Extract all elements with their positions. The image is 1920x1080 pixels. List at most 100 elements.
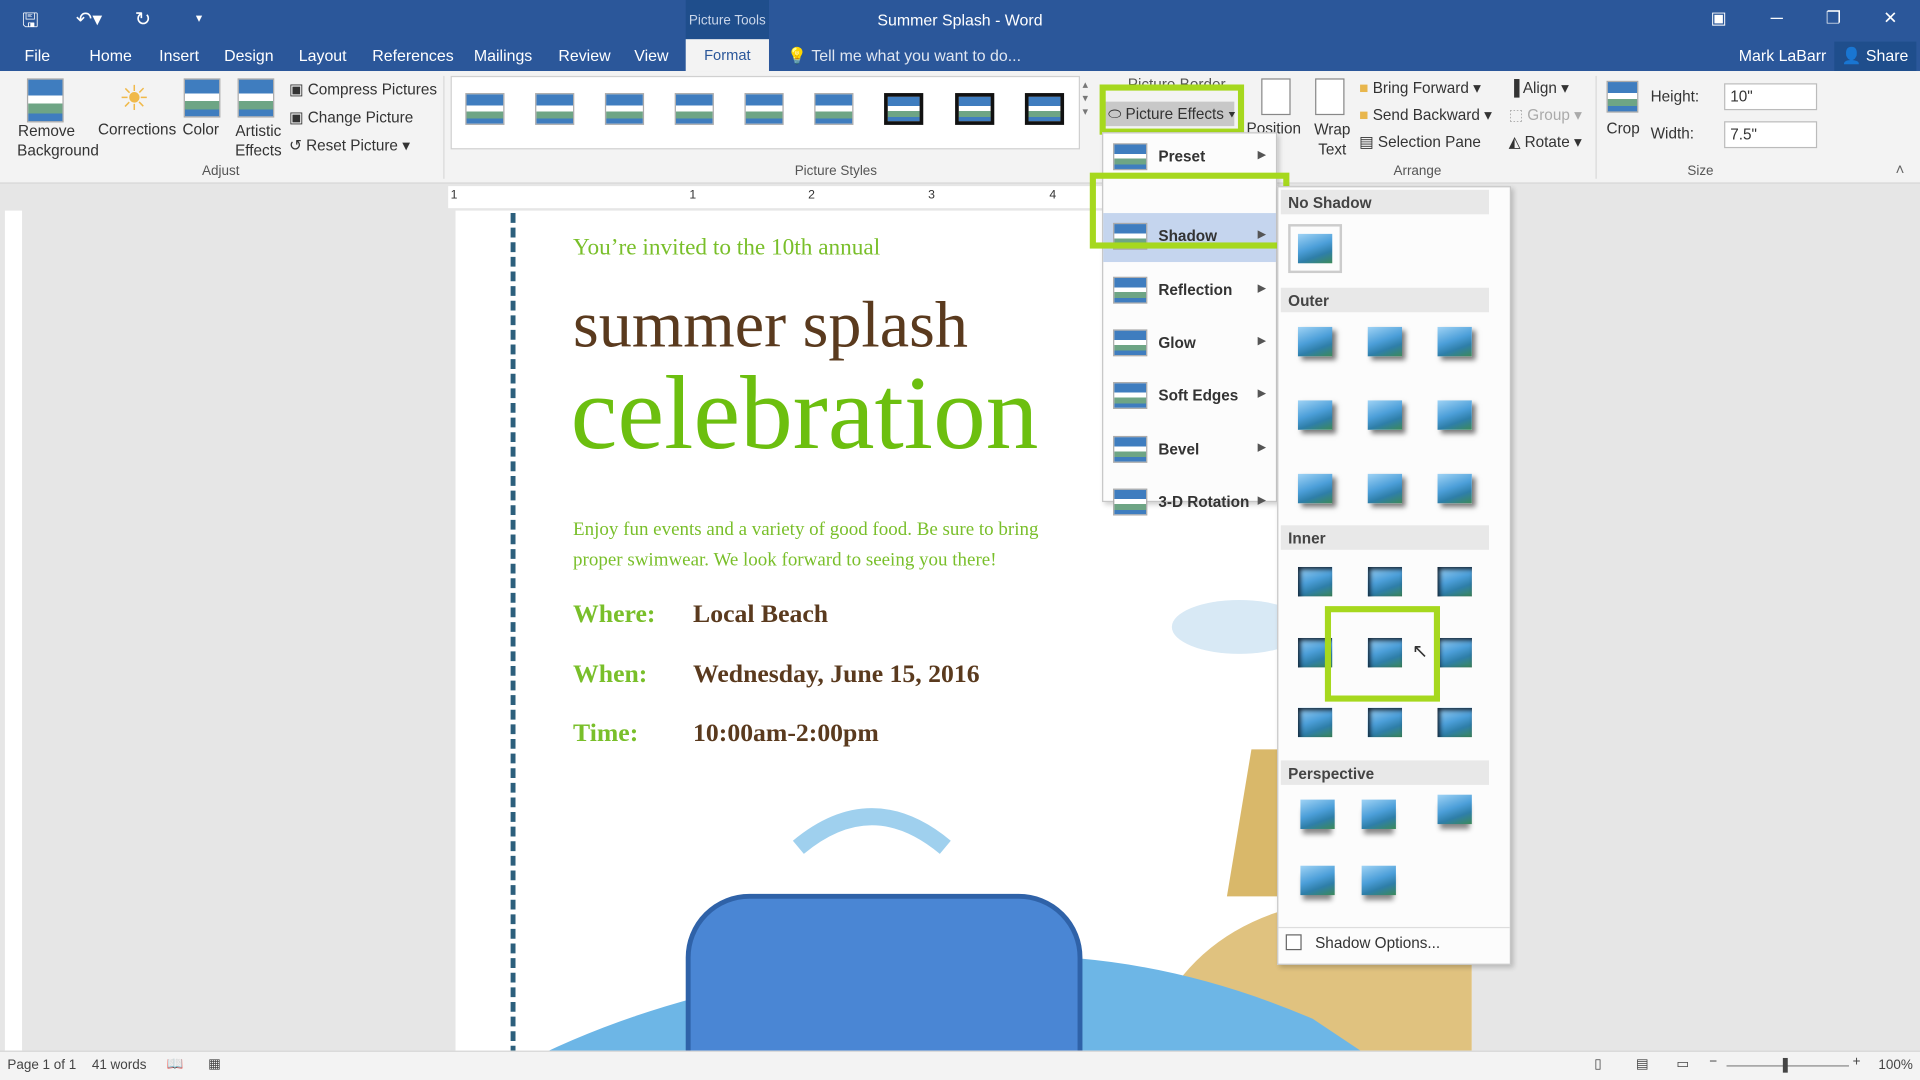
shadow-options-checkbox[interactable] bbox=[1285, 934, 1302, 951]
shadow-perspective-option[interactable] bbox=[1300, 865, 1335, 896]
shadow-outer-option[interactable] bbox=[1437, 326, 1472, 357]
crop-button[interactable]: Crop bbox=[1607, 120, 1640, 137]
print-layout-icon[interactable]: ▤ bbox=[1636, 1056, 1649, 1072]
effects-item-bevel[interactable]: Bevel ▶ bbox=[1103, 426, 1276, 475]
restore-button[interactable]: ❐ bbox=[1826, 7, 1841, 28]
lightbulb-icon: 💡 bbox=[787, 46, 808, 65]
width-input[interactable]: 7.5" bbox=[1724, 121, 1818, 149]
read-mode-icon[interactable]: ▯ bbox=[1594, 1056, 1601, 1072]
minimize-button[interactable]: ─ bbox=[1771, 7, 1783, 27]
gallery-scroll[interactable]: ▴ ▾ ▾ bbox=[1082, 78, 1088, 118]
remove-background-button[interactable]: Remove Background bbox=[17, 121, 99, 160]
shadow-submenu: No Shadow Outer Inner Perspective Shadow… bbox=[1277, 186, 1512, 965]
tab-home[interactable]: Home bbox=[89, 47, 131, 65]
rotate-button[interactable]: ◭ Rotate ▾ bbox=[1509, 132, 1582, 150]
share-button[interactable]: 👤 Share bbox=[1834, 41, 1916, 72]
effects-item-glow[interactable]: Glow ▶ bbox=[1103, 319, 1276, 368]
picture-style-5[interactable] bbox=[744, 93, 784, 125]
shadow-perspective-option[interactable] bbox=[1437, 794, 1472, 825]
send-backward-button[interactable]: ■ Send Backward ▾ bbox=[1359, 105, 1492, 124]
picture-style-6[interactable] bbox=[814, 93, 854, 125]
tell-me-search[interactable]: 💡 Tell me what you want to do... bbox=[787, 47, 1021, 67]
close-button[interactable]: ✕ bbox=[1883, 7, 1897, 28]
user-name[interactable]: Mark LaBarr bbox=[1739, 47, 1827, 65]
artistic-effects-button[interactable]: Artistic Effects bbox=[228, 121, 289, 160]
ribbon-display-icon[interactable]: ▣ bbox=[1711, 7, 1727, 28]
tab-design[interactable]: Design bbox=[224, 47, 274, 65]
picture-style-4[interactable] bbox=[674, 93, 714, 125]
shadow-outer-option[interactable] bbox=[1437, 400, 1472, 430]
shadow-outer-option[interactable] bbox=[1437, 473, 1472, 504]
mouse-cursor-icon: ↖ bbox=[1411, 641, 1429, 663]
word-count[interactable]: 41 words bbox=[92, 1058, 147, 1073]
page-count[interactable]: Page 1 of 1 bbox=[7, 1058, 76, 1073]
picture-style-2[interactable] bbox=[535, 93, 575, 125]
shadow-outer-option[interactable] bbox=[1297, 326, 1333, 357]
compress-pictures-button[interactable]: ▣ Compress Pictures bbox=[289, 80, 437, 98]
submenu-arrow-icon: ▶ bbox=[1257, 148, 1267, 161]
effects-item-reflection[interactable]: Reflection ▶ bbox=[1103, 266, 1276, 315]
corrections-button[interactable]: Corrections bbox=[98, 121, 176, 138]
shadow-inner-option[interactable] bbox=[1437, 566, 1472, 597]
reset-picture-button[interactable]: ↺ Reset Picture ▾ bbox=[289, 136, 410, 154]
zoom-level[interactable]: 100% bbox=[1878, 1058, 1912, 1073]
effects-item-soft-edges[interactable]: Soft Edges ▶ bbox=[1103, 372, 1276, 421]
web-layout-icon[interactable]: ▭ bbox=[1676, 1056, 1689, 1072]
height-input[interactable]: 10" bbox=[1724, 83, 1818, 111]
shadow-options-item[interactable]: Shadow Options... bbox=[1315, 934, 1440, 951]
macro-icon[interactable]: ▦ bbox=[208, 1056, 221, 1072]
picture-style-7[interactable] bbox=[884, 93, 924, 125]
tab-file[interactable]: File bbox=[24, 47, 50, 65]
tab-view[interactable]: View bbox=[634, 47, 668, 65]
shadow-outer-option[interactable] bbox=[1297, 473, 1333, 504]
picture-style-8[interactable] bbox=[955, 93, 995, 125]
highlight-picture-effects bbox=[1099, 84, 1245, 135]
picture-style-1[interactable] bbox=[465, 93, 505, 125]
shadow-perspective-option[interactable] bbox=[1300, 799, 1335, 829]
no-shadow-header: No Shadow bbox=[1280, 189, 1489, 215]
tab-insert[interactable]: Insert bbox=[159, 47, 199, 65]
group-button[interactable]: ⬚ Group ▾ bbox=[1509, 105, 1582, 124]
shadow-inner-option[interactable] bbox=[1297, 566, 1333, 597]
selection-pane-button[interactable]: ▤ Selection Pane bbox=[1359, 132, 1481, 150]
ruler-number: 2 bbox=[808, 188, 815, 203]
tab-layout[interactable]: Layout bbox=[299, 47, 347, 65]
effects-item-3-d-rotation[interactable]: 3-D Rotation ▶ bbox=[1103, 479, 1276, 528]
effect-reflection-icon bbox=[1113, 276, 1148, 304]
shadow-perspective-option[interactable] bbox=[1361, 799, 1396, 829]
proofing-icon[interactable]: 📖 bbox=[167, 1056, 184, 1072]
shadow-inner-option[interactable] bbox=[1437, 707, 1472, 738]
tab-format[interactable]: Format bbox=[685, 39, 769, 72]
person-icon: 👤 bbox=[1841, 46, 1862, 65]
shadow-outer-option[interactable] bbox=[1297, 400, 1333, 430]
effect-glow-icon bbox=[1113, 329, 1148, 357]
submenu-arrow-icon: ▶ bbox=[1257, 493, 1267, 506]
shadow-none-option[interactable] bbox=[1288, 224, 1343, 274]
change-picture-button[interactable]: ▣ Change Picture bbox=[289, 108, 413, 126]
zoom-in-button[interactable]: + bbox=[1853, 1054, 1861, 1069]
align-button[interactable]: ▐ Align ▾ bbox=[1509, 78, 1569, 97]
share-label: Share bbox=[1865, 46, 1909, 65]
shadow-perspective-option[interactable] bbox=[1361, 865, 1396, 896]
shadow-outer-option[interactable] bbox=[1367, 326, 1403, 357]
shadow-inner-option[interactable] bbox=[1297, 707, 1333, 738]
picture-style-3[interactable] bbox=[604, 93, 645, 125]
color-icon bbox=[183, 78, 221, 118]
shadow-outer-option[interactable] bbox=[1367, 400, 1403, 430]
shadow-inner-option[interactable] bbox=[1437, 637, 1472, 668]
tab-review[interactable]: Review bbox=[558, 47, 610, 65]
zoom-out-button[interactable]: − bbox=[1709, 1054, 1717, 1069]
picture-style-9[interactable] bbox=[1024, 93, 1065, 125]
change-label: Change Picture bbox=[307, 108, 414, 127]
wrap-text-button[interactable]: Wrap Text bbox=[1310, 120, 1354, 159]
color-button[interactable]: Color bbox=[182, 121, 219, 138]
tab-references[interactable]: References bbox=[372, 47, 453, 65]
collapse-ribbon-icon[interactable]: ˄ bbox=[1896, 162, 1905, 179]
vertical-ruler bbox=[4, 210, 23, 1051]
shadow-inner-option[interactable] bbox=[1367, 707, 1403, 738]
bring-forward-button[interactable]: ■ Bring Forward ▾ bbox=[1359, 78, 1481, 97]
shadow-inner-option[interactable] bbox=[1367, 566, 1403, 597]
shadow-outer-option[interactable] bbox=[1367, 473, 1403, 504]
tab-mailings[interactable]: Mailings bbox=[474, 47, 532, 65]
zoom-slider-thumb[interactable] bbox=[1782, 1057, 1788, 1073]
